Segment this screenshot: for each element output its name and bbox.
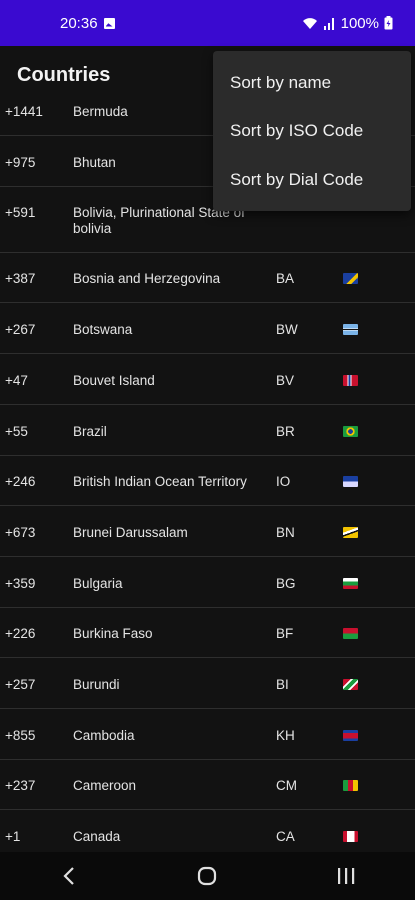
dial-code: +226 — [5, 626, 36, 642]
battery-percent: 100% — [340, 14, 379, 32]
bv-flag-icon — [343, 374, 358, 386]
bw-flag-icon — [343, 324, 358, 336]
battery-charging-icon — [384, 16, 393, 30]
dial-code: +359 — [5, 575, 36, 591]
page-title: Countries — [17, 64, 111, 86]
dial-code: +55 — [5, 423, 28, 439]
recents-icon — [337, 868, 355, 884]
bn-flag-icon — [343, 526, 358, 538]
dial-code: +237 — [5, 778, 36, 794]
country-name: Brazil — [73, 423, 107, 439]
iso-code: BN — [276, 524, 295, 540]
home-button[interactable] — [187, 856, 227, 896]
br-flag-icon — [343, 425, 358, 437]
back-button[interactable] — [49, 856, 89, 896]
country-row[interactable]: +673 Brunei Darussalam BN — [0, 507, 415, 557]
dial-code: +975 — [5, 154, 36, 170]
country-row[interactable]: +226 Burkina Faso BF — [0, 608, 415, 659]
iso-code: IO — [276, 474, 291, 490]
wifi-icon — [302, 17, 317, 29]
status-right: 100% — [302, 15, 393, 32]
menu-item-sort-by-name[interactable]: Sort by name — [230, 73, 331, 93]
bi-flag-icon — [343, 679, 358, 690]
country-row[interactable]: +55 Brazil BR — [0, 406, 415, 456]
cm-flag-icon — [343, 780, 358, 792]
country-row[interactable]: +237 Cameroon CM — [0, 760, 415, 811]
country-name: Botswana — [73, 322, 133, 338]
country-row[interactable]: +47 Bouvet Island BV — [0, 355, 415, 405]
country-row[interactable]: +267 Botswana BW — [0, 304, 415, 355]
dial-code: +591 — [5, 205, 36, 221]
dial-code: +387 — [5, 271, 36, 287]
dial-code: +47 — [5, 372, 28, 388]
back-icon — [63, 867, 74, 885]
iso-code: CA — [276, 829, 295, 845]
country-row[interactable]: +1 Canada CA — [0, 811, 415, 852]
navigation-bar — [0, 852, 415, 900]
home-icon — [198, 866, 217, 886]
country-name: British Indian Ocean Territory — [73, 474, 247, 490]
country-row[interactable]: +359 Bulgaria BG — [0, 558, 415, 608]
iso-code: BG — [276, 575, 296, 591]
dial-code: +257 — [5, 677, 36, 692]
country-name: Bouvet Island — [73, 372, 155, 388]
ba-flag-icon — [343, 273, 358, 285]
signal-icon — [323, 17, 334, 30]
country-name: Burkina Faso — [73, 626, 153, 642]
menu-item-sort-by-dial[interactable]: Sort by Dial Code — [230, 170, 363, 190]
dial-code: +673 — [5, 524, 36, 540]
dial-code: +1441 — [5, 104, 43, 119]
iso-code: BW — [276, 322, 298, 338]
country-row[interactable]: +387 Bosnia and Herzegovina BA — [0, 253, 415, 304]
menu-item-sort-by-iso[interactable]: Sort by ISO Code — [230, 121, 363, 141]
bf-flag-icon — [343, 628, 358, 640]
country-row[interactable]: +246 British Indian Ocean Territory IO — [0, 456, 415, 507]
status-time: 20:36 — [60, 14, 98, 32]
image-notification-icon — [103, 17, 115, 29]
country-name: Canada — [73, 829, 121, 845]
iso-code: BR — [276, 423, 295, 439]
iso-code: BI — [276, 677, 289, 692]
country-name: Burundi — [73, 677, 120, 692]
bg-flag-icon — [343, 577, 358, 589]
dial-code: +855 — [5, 727, 36, 743]
country-row[interactable]: +855 Cambodia KH — [0, 710, 415, 760]
sort-menu: Sort by name Sort by ISO Code Sort by Di… — [213, 51, 411, 211]
ca-flag-icon — [343, 831, 358, 843]
iso-code: BV — [276, 372, 295, 388]
status-bar: 20:36 100% — [0, 0, 415, 46]
country-name: Bulgaria — [73, 575, 123, 591]
iso-code: CM — [276, 778, 297, 794]
iso-code: BF — [276, 626, 294, 642]
dial-code: +1 — [5, 829, 21, 845]
io-flag-icon — [343, 476, 358, 488]
iso-code: KH — [276, 727, 295, 743]
country-name: Brunei Darussalam — [73, 524, 188, 540]
country-row[interactable]: +257 Burundi BI — [0, 659, 415, 709]
country-name: Cameroon — [73, 778, 137, 794]
country-name: Cambodia — [73, 727, 135, 743]
status-left: 20:36 — [60, 15, 115, 32]
recents-button[interactable] — [326, 856, 366, 896]
country-name: Bosnia and Herzegovina — [73, 271, 221, 287]
dial-code: +267 — [5, 322, 36, 338]
kh-flag-icon — [343, 729, 358, 741]
dial-code: +246 — [5, 474, 36, 490]
iso-code: BA — [276, 271, 295, 287]
